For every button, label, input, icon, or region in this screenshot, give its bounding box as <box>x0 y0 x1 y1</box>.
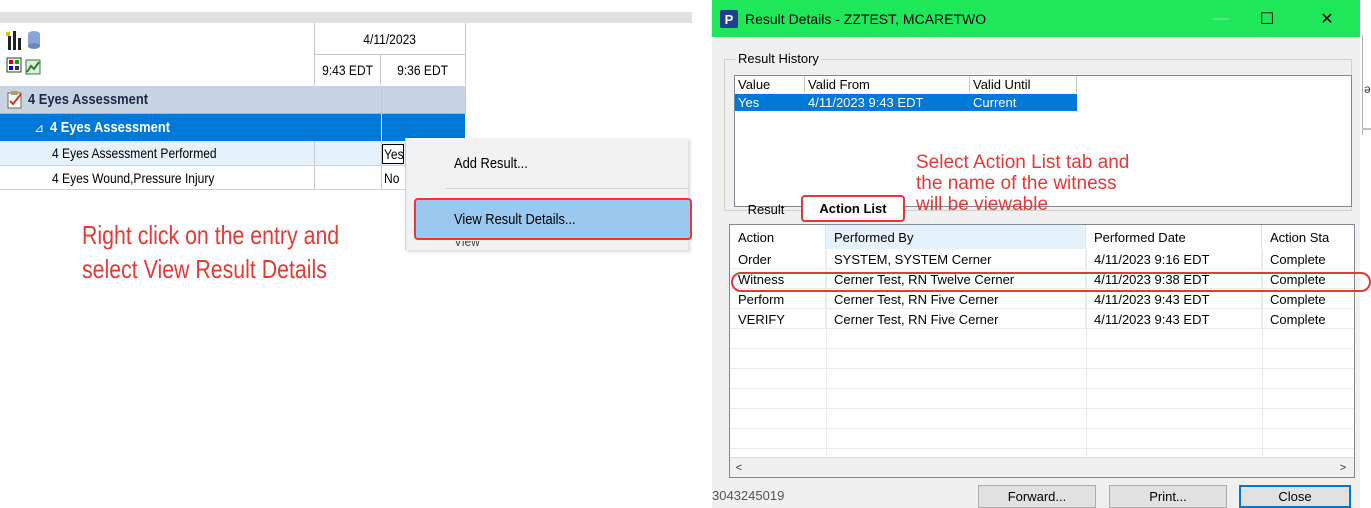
empty-row <box>730 331 1354 349</box>
column-header[interactable]: Performed Date <box>1086 225 1262 249</box>
section-title: 4 Eyes Assessment <box>28 91 149 108</box>
empty-row <box>730 371 1354 389</box>
menu-item-view-result-details[interactable]: View Result Details... <box>406 199 689 239</box>
column-header[interactable]: Valid From <box>805 76 970 93</box>
app-logo-icon: P <box>720 10 738 28</box>
collapse-toggle-icon[interactable]: ⊿ <box>34 121 44 135</box>
empty-row <box>730 391 1354 409</box>
result-cell[interactable]: No <box>384 166 406 189</box>
flowsheet-top-strip <box>0 12 692 23</box>
witness-row-highlight-annotation <box>731 272 1371 292</box>
action-list-table: Action Performed By Performed Date Actio… <box>729 224 1355 478</box>
instruction-annotation: Select Action List tab and the name of t… <box>916 152 1130 215</box>
table-row[interactable]: 4 Eyes Wound,Pressure Injury No <box>0 166 466 190</box>
table-row[interactable]: Perform Cerner Test, RN Five Cerner 4/11… <box>730 291 1354 309</box>
close-button[interactable]: Close <box>1239 485 1351 508</box>
minimize-button[interactable]: — <box>1198 0 1244 37</box>
column-header[interactable]: Value <box>735 76 805 93</box>
table-row[interactable]: VERIFY Cerner Test, RN Five Cerner 4/11/… <box>730 311 1354 329</box>
menu-item-partial[interactable]: View Comments <box>454 241 514 249</box>
trend-chart-icon[interactable] <box>25 59 41 75</box>
column-header[interactable]: Action Sta <box>1262 225 1354 249</box>
empty-row <box>730 411 1354 429</box>
background-window-text: ə <box>1364 82 1371 96</box>
menu-separator <box>446 188 689 189</box>
result-history-label: Result History <box>736 51 821 66</box>
instruction-annotation: Right click on the entry and select View… <box>82 220 340 284</box>
close-icon[interactable]: ✕ <box>1304 0 1350 37</box>
tab-action-list[interactable]: Action List <box>801 195 905 222</box>
action-list-header: Action Performed By Performed Date Actio… <box>730 225 1354 249</box>
time-column-header[interactable]: 9:36 EDT <box>381 55 466 85</box>
clipboard-check-icon <box>7 90 22 108</box>
group-row[interactable]: ⊿ 4 Eyes Assessment <box>0 114 466 141</box>
row-label: 4 Eyes Wound,Pressure Injury <box>52 169 215 186</box>
date-column-header: 4/11/2023 <box>314 23 466 55</box>
background-window-line <box>1362 128 1371 130</box>
row-label: 4 Eyes Assessment Performed <box>52 145 217 161</box>
flowsheet-grid-icon[interactable] <box>6 57 22 73</box>
column-header[interactable]: Action <box>730 225 826 249</box>
flowsheet-panel: 4/11/2023 9:43 EDT 9:36 EDT 4 Eyes Asses… <box>0 0 700 508</box>
scroll-left-icon[interactable]: < <box>730 458 748 478</box>
table-row[interactable]: Order SYSTEM, SYSTEM Cerner 4/11/2023 9:… <box>730 251 1354 269</box>
dialog-titlebar[interactable]: P Result Details - ZZTEST, MCARETWO — ☐ … <box>712 0 1360 37</box>
empty-row <box>730 351 1354 369</box>
footer-id: 3043245019 <box>712 488 785 503</box>
forward-button[interactable]: Forward... <box>978 485 1096 508</box>
empty-row <box>730 431 1354 449</box>
scroll-right-icon[interactable]: > <box>1334 458 1352 478</box>
result-cell-selected[interactable]: Yes <box>382 144 404 164</box>
menu-item-add-result[interactable]: Add Result... <box>406 143 689 183</box>
group-title: 4 Eyes Assessment <box>50 119 171 136</box>
bar-chart-icon[interactable] <box>6 31 21 50</box>
table-row[interactable]: 4 Eyes Assessment Performed Yes <box>0 141 466 166</box>
column-header[interactable]: Valid Until <box>970 76 1077 93</box>
result-details-dialog: P Result Details - ZZTEST, MCARETWO — ☐ … <box>712 0 1371 508</box>
maximize-button[interactable]: ☐ <box>1244 0 1290 37</box>
chart-icons <box>6 31 41 75</box>
tab-result[interactable]: Result <box>734 196 798 222</box>
print-button[interactable]: Print... <box>1109 485 1227 508</box>
column-header[interactable]: Performed By <box>826 225 1086 249</box>
section-row[interactable]: 4 Eyes Assessment <box>0 86 466 114</box>
time-column-header[interactable]: 9:43 EDT <box>314 55 381 85</box>
table-row[interactable]: Yes 4/11/2023 9:43 EDT Current <box>735 94 1077 111</box>
dialog-title: Result Details - ZZTEST, MCARETWO <box>745 10 987 27</box>
horizontal-scrollbar[interactable]: < > <box>730 457 1354 477</box>
database-icon[interactable] <box>28 31 40 49</box>
context-menu: Add Result... View Result Details... Vie… <box>405 138 692 250</box>
flowsheet-toolbar-icons <box>6 26 50 82</box>
